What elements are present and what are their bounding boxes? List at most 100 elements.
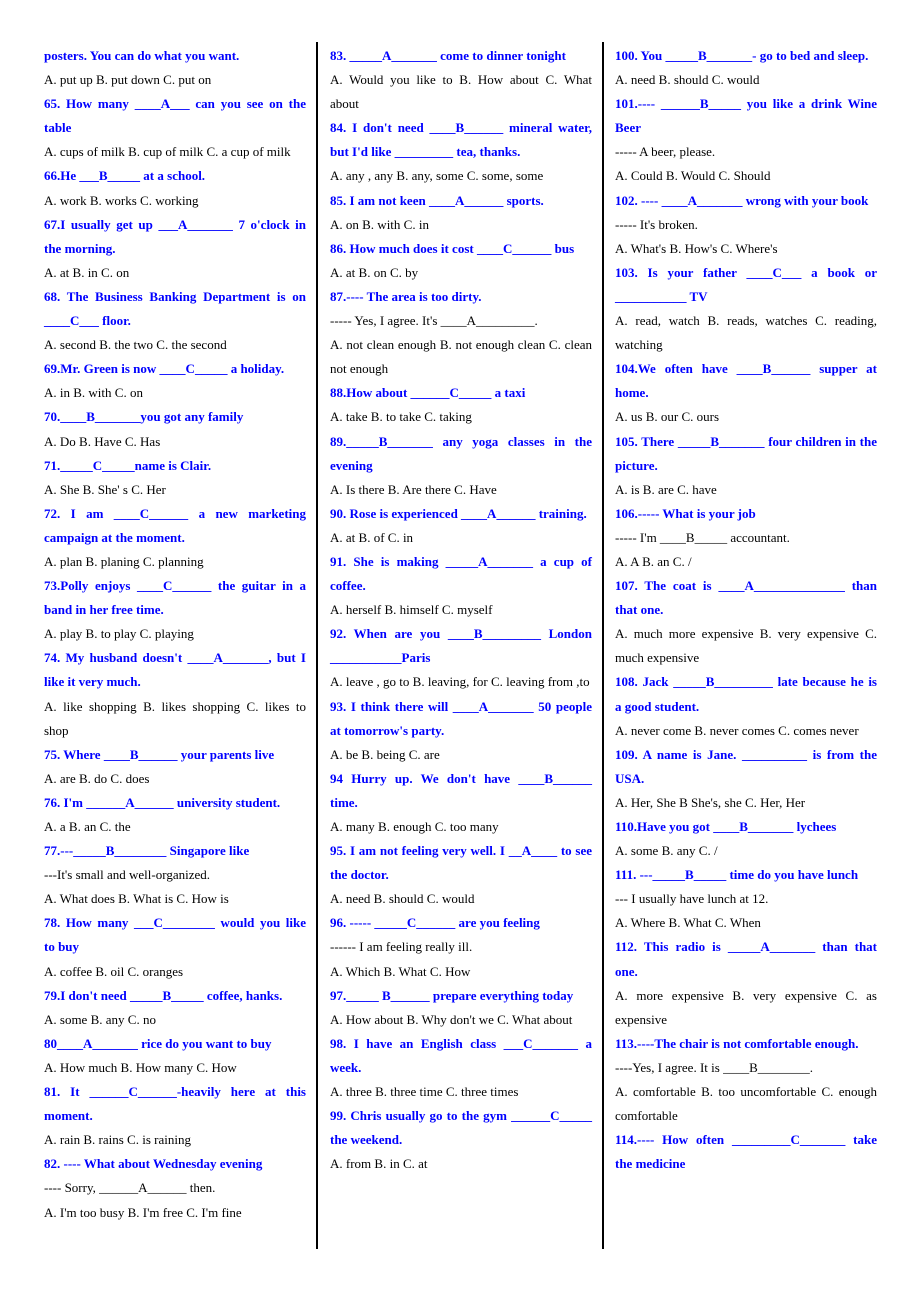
question-text: 108. Jack _____B_________ late because h… [615,674,877,714]
question-text: 75. Where ____B______ your parents live [44,746,275,762]
answer-options: A. need B. should C. would [330,891,475,907]
answer-options: A. like shopping B. likes shopping C. li… [44,698,306,738]
question-text: 94 Hurry up. We don't have ____B______ t… [330,770,592,810]
question-text: 73.Polly enjoys ____C______ the guitar i… [44,578,306,618]
question-text: 114.---- How often _________C_______ tak… [615,1132,877,1172]
answer-options: A. coffee B. oil C. oranges [44,963,184,979]
answer-options: A. at B. in C. on [44,264,130,280]
answer-options: A. be B. being C. are [330,746,440,762]
answer-options: A. put up B. put down C. put on [44,72,212,88]
answer-options: A. Which B. What C. How [330,963,471,979]
question-text: 109. A name is Jane. __________ is from … [615,746,877,786]
answer-options: ------ I am feeling really ill. [330,939,473,955]
question-text: 82. ---- What about Wednesday evening [44,1156,263,1172]
question-text: 66.He ___B_____ at a school. [44,168,206,184]
answer-options: A. Is there B. Are there C. Have [330,481,497,497]
question-text: 106.----- What is your job [615,505,756,521]
answer-options: A. Do B. Have C. Has [44,433,161,449]
answer-options: A. more expensive B. very expensive C. a… [615,987,877,1027]
question-text: 96. ----- _____C______ are you feeling [330,915,540,931]
answer-options: A. rain B. rains C. is raining [44,1132,191,1148]
question-text: 107. The coat is ____A______________ tha… [615,578,877,618]
question-text: 98. I have an English class ___C_______ … [330,1035,592,1075]
question-text: 81. It ______C______-heavily here at thi… [44,1084,306,1124]
answer-options: A. three B. three time C. three times [330,1084,519,1100]
answer-options: --- I usually have lunch at 12. [615,891,769,907]
question-text: 83. _____A_______ come to dinner tonight [330,48,566,63]
question-text: 88.How about ______C_____ a taxi [330,385,526,401]
answer-options: A. need B. should C. would [615,72,760,88]
answer-options: A. us B. our C. ours [615,409,720,425]
answer-options: A. Her, She B She's, she C. Her, Her [615,794,806,810]
question-text: 113.----The chair is not comfortable eno… [615,1035,859,1051]
answer-options: ----- A beer, please. [615,144,716,160]
answer-options: A. second B. the two C. the second [44,337,227,353]
answer-options: A. a B. an C. the [44,819,131,834]
answer-options: A. cups of milk B. cup of milk C. a cup … [44,144,291,160]
question-text: 99. Chris usually go to the gym ______C_… [330,1108,592,1148]
answer-options: A. are B. do C. does [44,770,150,786]
answer-options: A. never come B. never comes C. comes ne… [615,722,859,738]
question-text: 79.I don't need _____B_____ coffee, hank… [44,987,283,1003]
answer-options: A. take B. to take C. taking [330,409,472,425]
answer-options: A. some B. any C. / [615,843,718,859]
question-text: posters. You can do what you want. [44,48,240,63]
answer-options: A. on B. with C. in [330,216,429,232]
column-divider [316,42,318,1249]
answer-options: A. many B. enough C. too many [330,819,499,834]
question-text: 90. Rose is experienced ____A______ trai… [330,505,587,521]
question-text: 97._____ B______ prepare everything toda… [330,987,574,1003]
question-text: 91. She is making _____A_______ a cup of… [330,553,592,594]
question-text: 65. How many ____A___ can you see on the… [44,96,306,136]
question-text: 70.____B_______you got any family [44,409,244,425]
question-text: 86. How much does it cost ____C______ bu… [330,240,575,256]
answer-options: A. much more expensive B. very expensive… [615,626,877,666]
answer-options: A. some B. any C. no [44,1011,156,1027]
question-text: 111. ---_____B_____ time do you have lun… [615,867,859,883]
question-text: 105. There _____B_______ four children i… [615,433,877,473]
answer-options: ----- Yes, I agree. It's ____A_________. [330,313,538,329]
question-text: 92. When are you ____B_________ London _… [330,626,592,666]
answer-options: A. any , any B. any, some C. some, some [330,168,544,184]
answer-options: ----Yes, I agree. It is ____B________. [615,1059,813,1075]
answer-options: A. at B. of C. in [330,529,414,545]
question-text: 102. ---- ____A_______ wrong with your b… [615,192,869,208]
answer-options: A. Could B. Would C. Should [615,168,771,184]
question-text: 69.Mr. Green is now ____C_____ a holiday… [44,361,285,377]
column-1: posters. You can do what you want. A. put… [44,44,306,1225]
answer-options: A. in B. with C. on [44,385,143,401]
question-text: 80____A_______ rice do you want to buy [44,1035,272,1051]
question-text: 71._____C_____name is Clair. [44,457,212,473]
question-text: 74. My husband doesn't ____A_______, but… [44,650,306,690]
answer-options: A. Would you like to B. How about C. Wha… [330,72,592,112]
answer-options: ---It's small and well-organized. [44,867,210,883]
answer-options: A. leave , go to B. leaving, for C. leav… [330,674,590,690]
answer-options: A. Where B. What C. When [615,915,761,931]
question-text: 72. I am ____C______ a new marketing cam… [44,505,306,545]
answer-options: A. from B. in C. at [330,1156,428,1172]
answer-options: ---- Sorry, ______A______ then. [44,1180,216,1196]
answer-options: A. How about B. Why don't we C. What abo… [330,1011,573,1027]
question-text: 103. Is your father ____C___ a book or _… [615,264,877,304]
question-text: 85. I am not keen ____A______ sports. [330,192,544,208]
answer-options: A. work B. works C. working [44,192,199,208]
question-text: 84. I don't need ____B______ mineral wat… [330,120,592,160]
question-text: 68. The Business Banking Department is o… [44,288,306,329]
column-2: 83. _____A_______ come to dinner tonight… [330,44,592,1176]
question-text: 101.---- ______B_____ you like a drink W… [615,96,877,136]
question-text: 76. I'm ______A______ university student… [44,794,281,810]
answer-options: A. read, watch B. reads, watches C. read… [615,313,877,353]
answer-options: A. She B. She' s C. Her [44,481,166,497]
answer-options: A. is B. are C. have [615,481,717,497]
answer-options: A. A B. an C. / [615,553,692,569]
question-text: 110.Have you got ____B_______ lychees [615,819,837,834]
answer-options: A. I'm too busy B. I'm free C. I'm fine [44,1204,242,1220]
question-text: 89._____B_______ any yoga classes in the… [330,433,592,473]
answer-options: A. play B. to play C. playing [44,626,194,642]
question-text: 95. I am not feeling very well. I __A___… [330,843,592,883]
column-divider [602,42,604,1249]
document-page: posters. You can do what you want. A. put… [0,0,920,1302]
question-text: 100. You _____B_______- go to bed and sl… [615,48,869,63]
question-text: 78. How many ___C________ would you like… [44,915,306,955]
question-text: 93. I think there will ____A_______ 50 p… [330,698,592,738]
